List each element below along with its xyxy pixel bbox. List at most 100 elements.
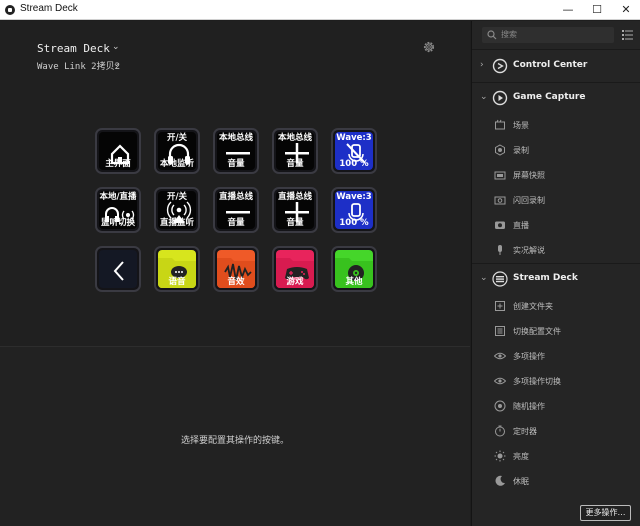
actions-sidebar: 搜索 › Control Center ⌄ Game Capture 场景 录制… bbox=[471, 21, 640, 526]
action-label: 多项操作切换 bbox=[513, 377, 561, 386]
key-title-top: Wave:3 bbox=[336, 192, 372, 202]
device-selector-label[interactable]: Stream Deck bbox=[37, 42, 110, 55]
action-label: 多项操作 bbox=[513, 352, 545, 361]
chevron-right-icon: › bbox=[480, 60, 484, 70]
action-item-multi-action-switch[interactable]: 多项操作切换 bbox=[472, 369, 640, 394]
action-item-multi-action[interactable]: 多项操作 bbox=[472, 344, 640, 369]
stream-deck-key-7[interactable]: 开/关 直播监听 bbox=[154, 187, 200, 233]
streamdeck-grid-icon bbox=[492, 271, 508, 287]
key-face: 直播总线 音量 bbox=[217, 191, 255, 229]
random-icon bbox=[494, 400, 506, 412]
chevron-down-icon: ⌄ bbox=[480, 92, 488, 102]
key-title-bottom: 主界面 bbox=[105, 159, 131, 169]
action-item-screenshot[interactable]: 屏幕快照 bbox=[472, 163, 640, 188]
category-label: Stream Deck bbox=[513, 273, 578, 283]
stream-deck-key-15[interactable]: 其他 bbox=[331, 246, 377, 292]
key-face: 直播总线 音量 bbox=[276, 191, 314, 229]
action-item-commentary[interactable]: 实况解说 bbox=[472, 238, 640, 263]
action-item-record[interactable]: 录制 bbox=[472, 138, 640, 163]
minimize-button[interactable]: — bbox=[556, 1, 580, 19]
chevron-down-icon: ⌄ bbox=[480, 273, 488, 283]
action-label: 定时器 bbox=[513, 427, 537, 436]
stream-deck-key-8[interactable]: 直播总线 音量 bbox=[213, 187, 259, 233]
stream-deck-key-5[interactable]: Wave:3 100 % bbox=[331, 128, 377, 174]
stream-deck-key-11[interactable] bbox=[95, 246, 141, 292]
action-label: 场景 bbox=[513, 121, 529, 130]
key-face: 本地总线 音量 bbox=[217, 132, 255, 170]
key-title-top: 本地总线 bbox=[218, 133, 253, 143]
key-face: Wave:3 100 % bbox=[335, 132, 373, 170]
key-face: 游戏 bbox=[276, 250, 314, 288]
action-item-random-action[interactable]: 随机操作 bbox=[472, 394, 640, 419]
profile-selector-label[interactable]: Wave Link 2拷贝2 bbox=[37, 59, 120, 72]
key-title-bottom: 音量 bbox=[227, 159, 245, 169]
stream-deck-key-9[interactable]: 直播总线 音量 bbox=[272, 187, 318, 233]
key-face: 语音 bbox=[158, 250, 196, 288]
key-title-bottom: 音效 bbox=[227, 277, 245, 287]
create-folder-icon bbox=[495, 301, 505, 311]
action-item-flashback[interactable]: 闪回录制 bbox=[472, 188, 640, 213]
key-title-bottom: 直播监听 bbox=[159, 218, 194, 228]
stream-deck-key-2[interactable]: 开/关 本地监听 bbox=[154, 128, 200, 174]
stream-deck-key-14[interactable]: 游戏 bbox=[272, 246, 318, 292]
action-label: 创建文件夹 bbox=[513, 302, 553, 311]
action-item-create-folder[interactable]: 创建文件夹 bbox=[472, 294, 640, 319]
category-label: Control Center bbox=[513, 60, 588, 70]
chevron-down-icon[interactable]: ⌄ bbox=[112, 42, 120, 52]
stream-deck-key-3[interactable]: 本地总线 音量 bbox=[213, 128, 259, 174]
list-view-icon[interactable] bbox=[622, 30, 633, 40]
eye-icon bbox=[494, 352, 506, 360]
key-title-top: Wave:3 bbox=[336, 133, 372, 143]
sun-icon bbox=[494, 450, 506, 462]
stream-deck-key-10[interactable]: Wave:3 100 % bbox=[331, 187, 377, 233]
key-face: 开/关 直播监听 bbox=[158, 191, 196, 229]
action-item-timer[interactable]: 定时器 bbox=[472, 419, 640, 444]
stream-deck-key-1[interactable]: 主界面 bbox=[95, 128, 141, 174]
action-item-sleep[interactable]: 休眠 bbox=[472, 469, 640, 494]
hint-text: 选择要配置其操作的按键。 bbox=[180, 436, 289, 446]
close-button[interactable]: ✕ bbox=[614, 1, 638, 19]
key-face: 音效 bbox=[217, 250, 255, 288]
action-label: 亮度 bbox=[513, 452, 529, 461]
action-label: 屏幕快照 bbox=[513, 171, 545, 180]
stream-deck-key-4[interactable]: 本地总线 音量 bbox=[272, 128, 318, 174]
category-label: Game Capture bbox=[513, 92, 586, 102]
window-title: Stream Deck bbox=[20, 3, 78, 14]
action-label: 切换配置文件 bbox=[513, 327, 561, 336]
elgato-icon bbox=[492, 58, 508, 74]
canvas-pane: Stream Deck ⌄ Wave Link 2拷贝2 ⌄ 主界面 开/关 本地监… bbox=[0, 21, 470, 526]
action-item-brightness[interactable]: 亮度 bbox=[472, 444, 640, 469]
search-input[interactable]: 搜索 bbox=[482, 27, 614, 43]
key-face: 开/关 本地监听 bbox=[158, 132, 196, 170]
action-item-live[interactable]: 直播 bbox=[472, 213, 640, 238]
category-game-capture[interactable]: ⌄ Game Capture bbox=[472, 83, 640, 113]
key-title-bottom: 音量 bbox=[227, 218, 245, 228]
stream-deck-key-13[interactable]: 音效 bbox=[213, 246, 259, 292]
live-icon bbox=[495, 221, 505, 229]
key-title-bottom: 游戏 bbox=[286, 277, 304, 287]
stream-deck-key-12[interactable]: 语音 bbox=[154, 246, 200, 292]
category-stream-deck[interactable]: ⌄ Stream Deck bbox=[472, 264, 640, 294]
key-face: 本地/直播 监听切换 bbox=[99, 191, 137, 229]
microphone-icon bbox=[498, 245, 502, 255]
stream-deck-key-6[interactable]: 本地/直播 监听切换 bbox=[95, 187, 141, 233]
action-label: 休眠 bbox=[513, 477, 529, 486]
gear-icon[interactable] bbox=[422, 40, 436, 54]
search-icon bbox=[487, 30, 497, 40]
action-item-switch-profile[interactable]: 切换配置文件 bbox=[472, 319, 640, 344]
maximize-button[interactable]: ☐ bbox=[585, 1, 609, 19]
action-label: 闪回录制 bbox=[513, 196, 545, 205]
category-control-center[interactable]: › Control Center bbox=[472, 51, 640, 81]
action-label: 随机操作 bbox=[513, 402, 545, 411]
key-title-bottom: 100 % bbox=[339, 159, 369, 169]
key-title-top: 直播总线 bbox=[218, 192, 253, 202]
scene-icon bbox=[495, 119, 505, 130]
key-face: 主界面 bbox=[99, 132, 137, 170]
moon-icon bbox=[495, 475, 505, 486]
key-face: Wave:3 100 % bbox=[335, 191, 373, 229]
action-item-scene[interactable]: 场景 bbox=[472, 113, 640, 138]
key-title-top: 本地/直播 bbox=[99, 192, 137, 202]
more-actions-button[interactable]: 更多操作… bbox=[580, 505, 631, 521]
screenshot-icon bbox=[494, 171, 506, 180]
chevron-down-icon[interactable]: ⌄ bbox=[113, 59, 120, 68]
